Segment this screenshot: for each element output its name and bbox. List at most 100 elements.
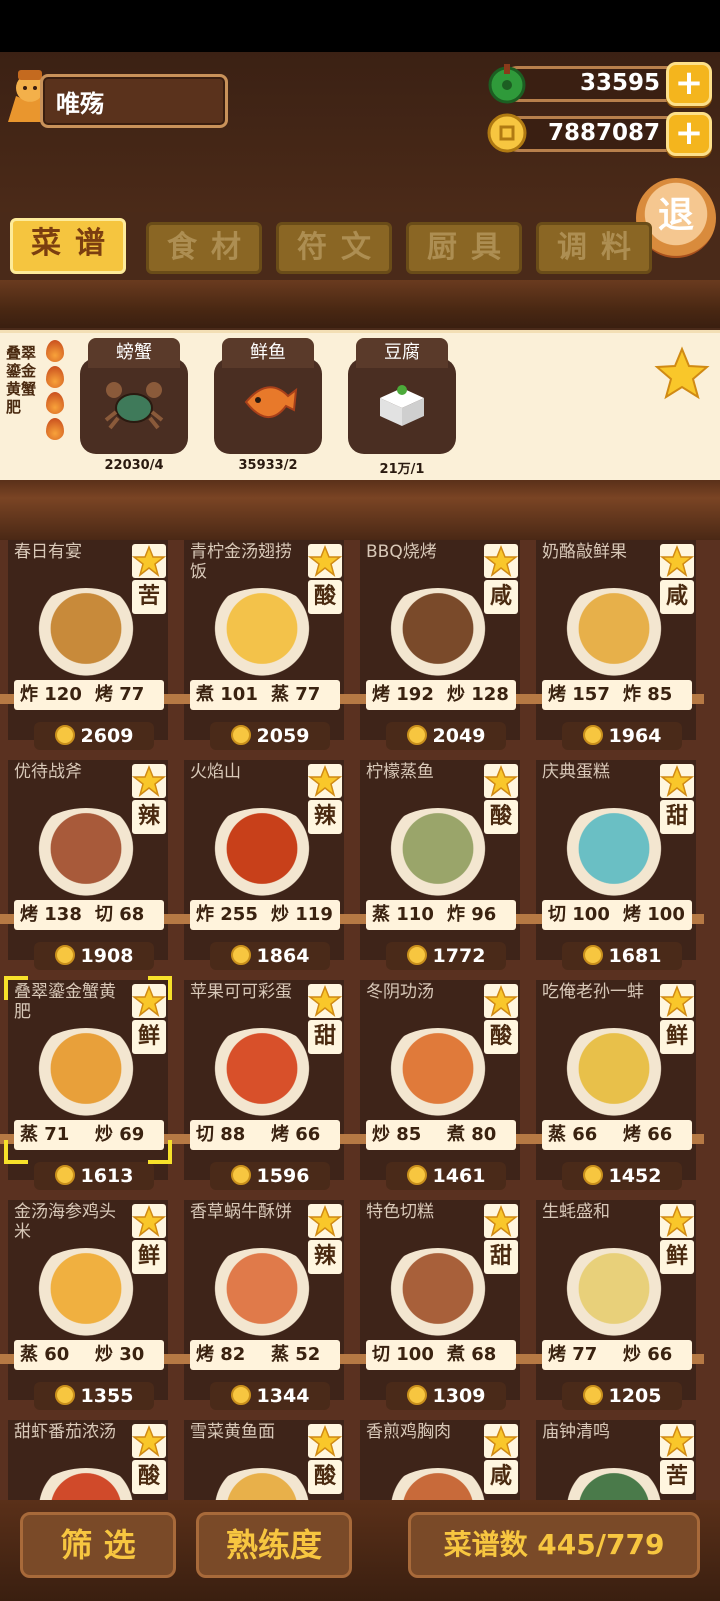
star-icon[interactable]	[660, 1204, 694, 1238]
recipe-card[interactable]: 青柠金汤翅捞饭酸煮 101 蒸 77	[176, 540, 352, 740]
proficiency-button[interactable]: 熟练度	[196, 1512, 352, 1578]
star-icon[interactable]	[484, 984, 518, 1018]
recipe-price: 1864	[210, 942, 330, 970]
star-icon[interactable]	[660, 984, 694, 1018]
star-icon[interactable]	[484, 1424, 518, 1458]
taste-badge: 甜	[660, 800, 694, 834]
recipe-name: 香煎鸡胸肉	[366, 1422, 451, 1442]
skill-stat-1: 烤 82	[196, 1344, 246, 1365]
skill-stat-2: 烤 100	[623, 904, 685, 925]
star-icon[interactable]	[484, 1204, 518, 1238]
star-icon[interactable]	[308, 544, 342, 578]
recipe-price: 1355	[34, 1382, 154, 1410]
skill-stats: 炸 120 烤 77	[14, 680, 164, 710]
selection-bracket	[4, 1140, 28, 1164]
tab-recipes[interactable]: 菜谱	[10, 218, 126, 274]
star-icon[interactable]	[132, 1424, 166, 1458]
skill-stats: 蒸 71 炒 69	[14, 1120, 164, 1150]
recipe-price: 1613	[34, 1162, 154, 1190]
recipe-price: 1452	[562, 1162, 682, 1190]
recipe-card[interactable]: 叠翠鎏金蟹黄肥鲜蒸 71 炒 69	[0, 980, 176, 1180]
price-value: 1681	[608, 945, 662, 967]
recipe-card[interactable]: 金汤海参鸡头米鲜蒸 60 炒 30	[0, 1200, 176, 1400]
recipe-card[interactable]: 苹果可可彩蛋甜切 88 烤 66	[176, 980, 352, 1180]
star-icon[interactable]	[660, 764, 694, 798]
recipe-card[interactable]: 冬阴功汤酸炒 85 煮 80	[352, 980, 528, 1180]
dish-image	[26, 1028, 146, 1118]
recipe-card[interactable]: 庆典蛋糕甜切 100 烤 100	[528, 760, 704, 960]
star-icon[interactable]	[132, 544, 166, 578]
ingredient-name: 豆腐	[356, 338, 448, 368]
coin-icon	[582, 725, 603, 745]
dish-image	[378, 1028, 498, 1118]
star-icon[interactable]	[132, 1204, 166, 1238]
dish-image	[202, 588, 322, 678]
price-value: 1344	[256, 1385, 310, 1407]
price-value: 1452	[608, 1165, 662, 1187]
recipe-card[interactable]: 特色切糕甜切 100 煮 68	[352, 1200, 528, 1400]
recipe-card[interactable]: 春日有宴苦炸 120 烤 77	[0, 540, 176, 740]
star-icon[interactable]	[308, 1204, 342, 1238]
tab-cookware[interactable]: 厨具	[406, 222, 522, 274]
recipe-card[interactable]: BBQ烧烤咸烤 192 炒 128	[352, 540, 528, 740]
ingredient-tofu[interactable]: 豆腐 21万/1	[348, 338, 456, 477]
tab-ingredients[interactable]: 食材	[146, 222, 262, 274]
star-icon[interactable]	[660, 1424, 694, 1458]
skill-stats: 蒸 110 炸 96	[366, 900, 516, 930]
ingredient-name: 螃蟹	[88, 338, 180, 368]
coin-icon	[230, 1165, 251, 1185]
recipe-card[interactable]: 香草蜗牛酥饼辣烤 82 蒸 52	[176, 1200, 352, 1400]
skill-stat-1: 烤 138	[20, 904, 82, 925]
recipe-name: 雪菜黄鱼面	[190, 1422, 275, 1442]
star-icon[interactable]	[308, 984, 342, 1018]
tab-runes[interactable]: 符文	[276, 222, 392, 274]
ingredient-fish[interactable]: 鲜鱼 35933/2	[214, 338, 322, 476]
coin-icon	[54, 1165, 75, 1185]
star-icon[interactable]	[132, 764, 166, 798]
star-icon[interactable]	[308, 1424, 342, 1458]
recipe-card[interactable]: 优待战斧辣烤 138 切 68	[0, 760, 176, 960]
recipe-price: 1344	[210, 1382, 330, 1410]
recipe-name: 特色切糕	[366, 1202, 434, 1222]
add-coins-button[interactable]: +	[666, 112, 712, 156]
recipe-name: 叠翠鎏金蟹黄肥	[14, 982, 116, 1022]
recipe-card[interactable]: 奶酪敲鲜果咸烤 157 炸 85	[528, 540, 704, 740]
recipe-card[interactable]: 生蚝盛和鲜烤 77 炒 66	[528, 1200, 704, 1400]
filter-button[interactable]: 筛 选	[20, 1512, 176, 1578]
coin-icon	[487, 113, 527, 153]
coin-icon	[406, 1165, 427, 1185]
dish-image	[554, 1028, 674, 1118]
recipe-price: 1772	[386, 942, 506, 970]
skill-stat-2: 蒸 52	[271, 1344, 321, 1365]
skill-stats: 切 100 煮 68	[366, 1340, 516, 1370]
taste-badge: 辣	[308, 800, 342, 834]
star-icon[interactable]	[308, 764, 342, 798]
star-icon[interactable]	[484, 764, 518, 798]
skill-stats: 煮 101 蒸 77	[190, 680, 340, 710]
price-value: 1772	[432, 945, 486, 967]
star-icon[interactable]	[484, 544, 518, 578]
taste-badge: 酸	[484, 1020, 518, 1054]
coin-icon	[406, 945, 427, 965]
star-icon[interactable]	[660, 544, 694, 578]
recipe-name: 金汤海参鸡头米	[14, 1202, 116, 1242]
recipe-card[interactable]: 火焰山辣炸 255 炒 119	[176, 760, 352, 960]
tab-seasoning[interactable]: 调料	[536, 222, 652, 274]
coin-resource: 7887087 +	[486, 112, 712, 156]
skill-stat-1: 烤 77	[548, 1344, 598, 1365]
recipe-card[interactable]: 柠檬蒸鱼酸蒸 110 炸 96	[352, 760, 528, 960]
price-value: 1864	[256, 945, 310, 967]
game-screen: 唯殇 33595 + 7887087 + 退 菜谱 食材 符文 厨具 调料 叠翠…	[0, 0, 720, 1601]
coin-icon	[230, 1385, 251, 1405]
flame-icon	[46, 418, 64, 440]
add-jade-button[interactable]: +	[666, 62, 712, 106]
skill-stat-1: 切 100	[548, 904, 610, 925]
favorite-star-icon[interactable]	[654, 346, 710, 402]
skill-stat-2: 切 68	[95, 904, 145, 925]
player-name: 唯殇	[56, 90, 104, 118]
ingredient-crab[interactable]: 螃蟹 22030/4	[80, 338, 188, 476]
ingredient-count: 22030/4	[104, 458, 164, 473]
skill-stat-2: 烤 77	[95, 684, 145, 705]
skill-stats: 蒸 60 炒 30	[14, 1340, 164, 1370]
recipe-card[interactable]: 吃俺老孙一蚌鲜蒸 66 烤 66	[528, 980, 704, 1180]
